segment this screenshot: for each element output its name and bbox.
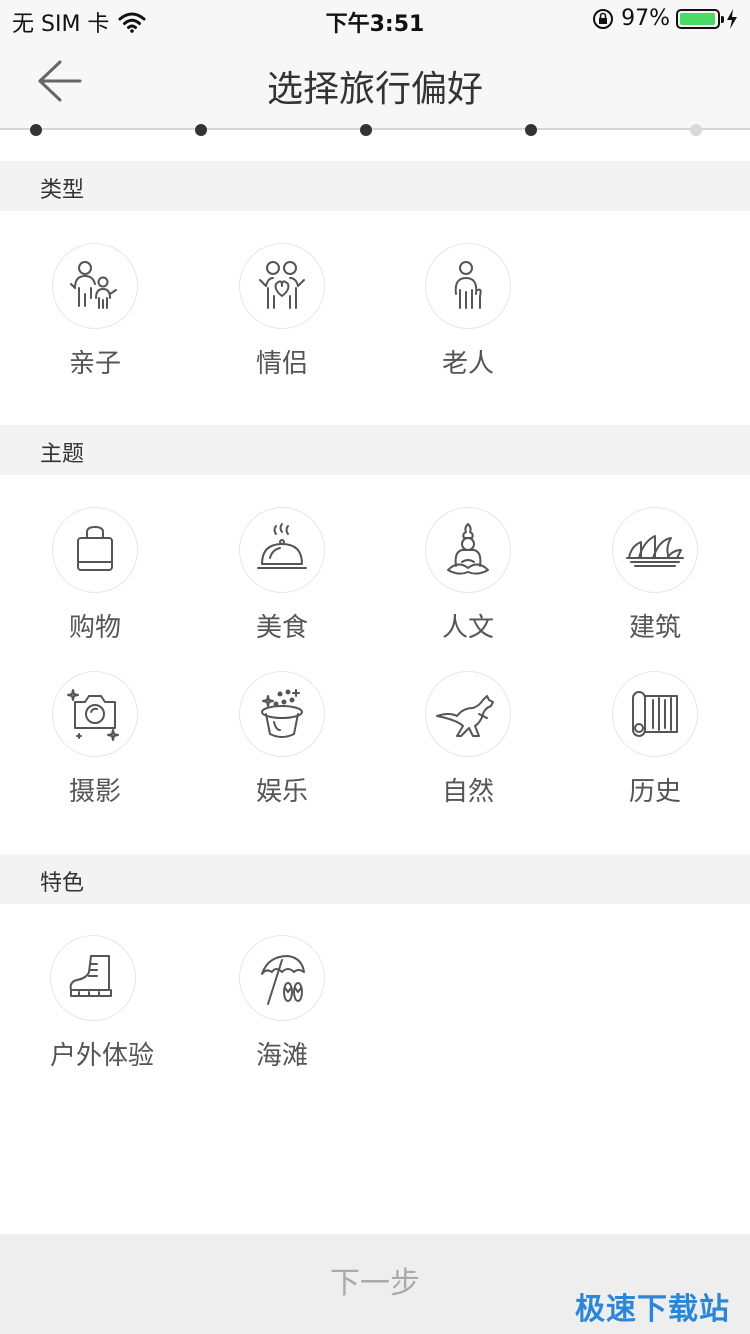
shopping-bag-icon xyxy=(77,526,113,571)
section-title: 类型 xyxy=(40,178,85,203)
battery-icon xyxy=(676,8,724,29)
pref-label: 情侣 xyxy=(255,349,308,379)
pref-item-outdoor[interactable]: 户外体验 xyxy=(20,935,190,1072)
pref-label: 海滩 xyxy=(255,1041,308,1071)
pref-item-architecture[interactable]: 建筑 xyxy=(580,507,730,644)
page-title: 选择旅行偏好 xyxy=(266,69,483,110)
charging-bolt-icon xyxy=(727,8,737,29)
opera-house-icon xyxy=(626,535,684,567)
camera-icon xyxy=(67,689,119,741)
status-indicators: 97% xyxy=(591,6,738,31)
food-cloche-icon xyxy=(257,523,307,569)
pref-icon-circle xyxy=(612,507,698,593)
pref-item-elderly[interactable]: 老人 xyxy=(393,243,543,380)
section-header-type: 类型 xyxy=(0,161,750,211)
pref-label: 美食 xyxy=(255,613,308,643)
kangaroo-icon xyxy=(436,695,494,737)
rotation-lock-icon xyxy=(593,8,614,29)
pref-icon-circle xyxy=(239,935,325,1021)
pref-item-photography[interactable]: 摄影 xyxy=(20,671,170,808)
pref-icon-circle xyxy=(52,507,138,593)
section-title: 主题 xyxy=(40,442,85,467)
pref-icon-circle xyxy=(425,671,511,757)
beach-umbrella-icon xyxy=(261,955,305,1005)
elderly-icon xyxy=(454,261,482,309)
pref-item-nature[interactable]: 自然 xyxy=(393,671,543,808)
pref-label: 户外体验 xyxy=(50,1041,155,1071)
section-header-feature: 特色 xyxy=(0,854,750,904)
pref-item-beach[interactable]: 海滩 xyxy=(207,935,357,1072)
pref-icon-circle xyxy=(52,671,138,757)
couple-icon xyxy=(259,261,305,309)
section-title: 特色 xyxy=(40,871,85,896)
pref-item-couple[interactable]: 情侣 xyxy=(207,243,357,380)
navigation-bar: 选择旅行偏好 xyxy=(0,40,750,130)
watermark-text: 极速下载站 xyxy=(575,1292,730,1327)
pref-label: 老人 xyxy=(441,349,494,379)
pref-icon-circle xyxy=(239,243,325,329)
status-bar: 无 SIM 卡 下午3:51 97% xyxy=(0,0,750,40)
progress-step-4 xyxy=(525,124,537,136)
pref-label: 建筑 xyxy=(628,613,681,643)
pref-item-parent-child[interactable]: 亲子 xyxy=(20,243,170,380)
pref-item-entertainment[interactable]: 娱乐 xyxy=(207,671,357,808)
progress-step-1 xyxy=(30,124,42,136)
progress-track xyxy=(0,128,750,130)
pref-label: 亲子 xyxy=(68,349,121,379)
pref-label: 自然 xyxy=(441,777,494,807)
battery-level-fill xyxy=(680,12,715,25)
pref-label: 人文 xyxy=(441,613,494,643)
section-header-theme: 主题 xyxy=(0,425,750,475)
pref-item-shopping[interactable]: 购物 xyxy=(20,507,170,644)
pref-label: 历史 xyxy=(628,777,681,807)
scroll-icon xyxy=(632,691,678,737)
progress-step-3 xyxy=(360,124,372,136)
pref-icon-circle xyxy=(50,935,136,1021)
pref-icon-circle xyxy=(52,243,138,329)
pref-icon-circle xyxy=(612,671,698,757)
progress-step-2 xyxy=(195,124,207,136)
pref-label: 娱乐 xyxy=(255,777,308,807)
pref-icon-circle xyxy=(239,671,325,757)
pref-icon-circle xyxy=(239,507,325,593)
battery-percent: 97% xyxy=(621,6,670,31)
parent-child-icon xyxy=(70,261,117,309)
pref-item-history[interactable]: 历史 xyxy=(580,671,730,808)
pref-label: 摄影 xyxy=(68,777,121,807)
pref-icon-circle xyxy=(425,243,511,329)
pref-item-food[interactable]: 美食 xyxy=(207,507,357,644)
pref-icon-circle xyxy=(425,507,511,593)
pref-label: 购物 xyxy=(68,613,121,643)
pref-item-culture[interactable]: 人文 xyxy=(393,507,543,644)
buddha-icon xyxy=(447,523,489,575)
magic-hat-icon xyxy=(261,689,303,738)
progress-step-5 xyxy=(690,124,702,136)
hiking-boot-icon xyxy=(69,955,112,997)
